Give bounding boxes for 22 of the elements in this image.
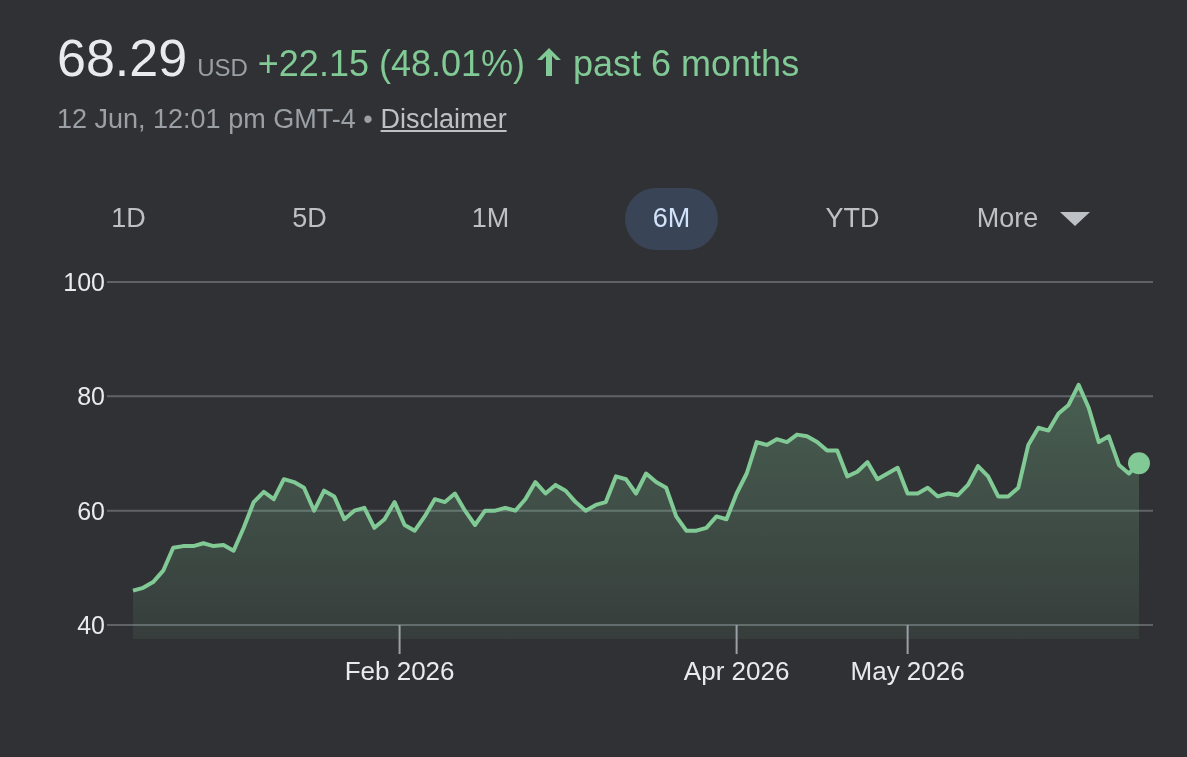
x-axis-label: May 2026 — [850, 655, 965, 686]
disclaimer-link[interactable]: Disclaimer — [380, 99, 507, 140]
range-tab[interactable]: 6M — [624, 187, 719, 250]
range-tab[interactable]: 5D — [264, 187, 355, 250]
arrow-up-icon — [535, 45, 563, 78]
timestamp: 12 Jun, 12:01 pm GMT-4 • — [57, 103, 373, 136]
range-tab[interactable]: YTD — [797, 187, 908, 250]
price-change: +22.15 (48.01%) — [257, 42, 525, 86]
current-price-dot — [1128, 451, 1150, 474]
y-axis-label: 80 — [77, 381, 105, 410]
y-axis-label: 60 — [77, 496, 105, 525]
y-axis-label: 40 — [77, 610, 105, 639]
y-axis-label: 100 — [63, 267, 105, 296]
x-axis-label: Feb 2026 — [344, 655, 455, 686]
range-tab[interactable]: 1M — [443, 187, 538, 250]
caret-icon — [1060, 211, 1091, 226]
change-period: past 6 months — [573, 42, 800, 86]
stock-price: 68.29 — [57, 32, 188, 84]
x-axis-label: Apr 2026 — [683, 655, 790, 686]
range-tab[interactable]: More — [948, 187, 1119, 250]
currency: USD — [197, 53, 248, 83]
range-tab[interactable]: 1D — [83, 187, 174, 250]
